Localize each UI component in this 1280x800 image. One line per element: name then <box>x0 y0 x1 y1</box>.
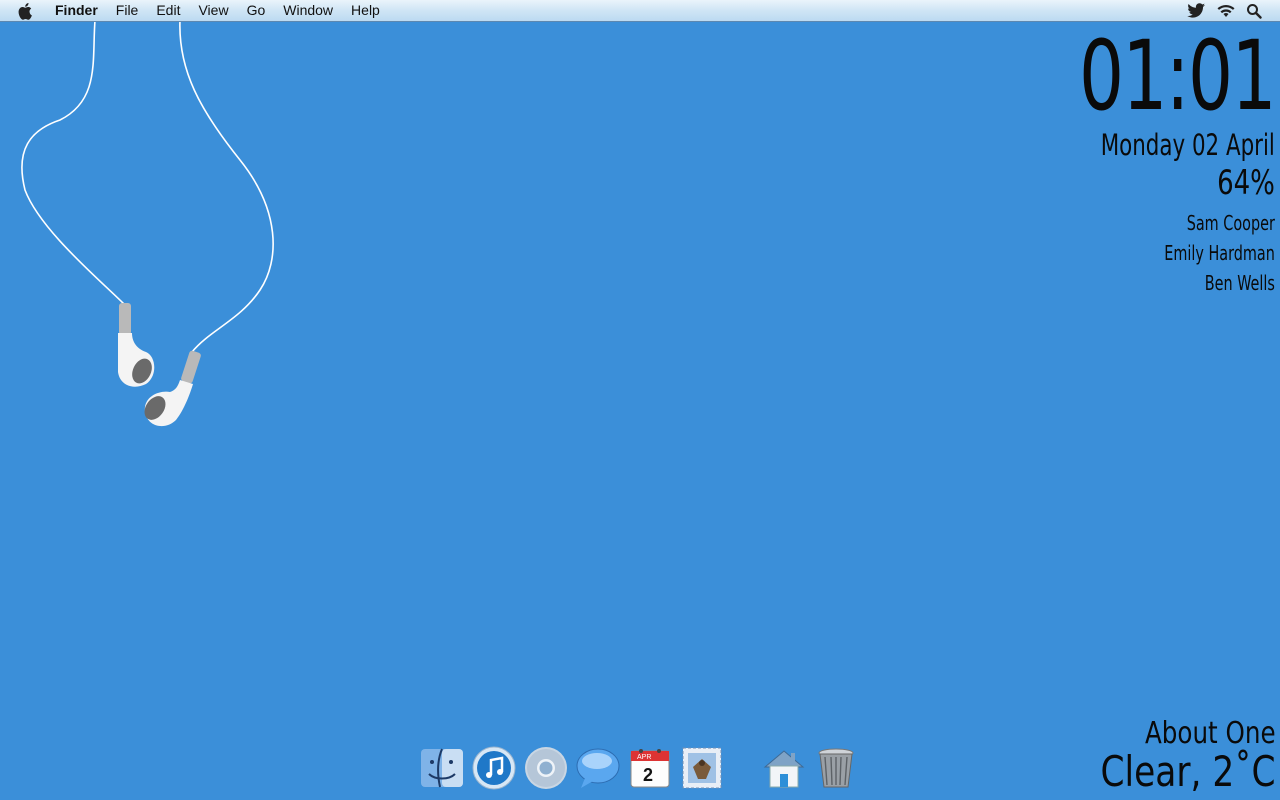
finder-icon[interactable] <box>418 744 466 792</box>
weather-condition: Clear, 2˚C <box>1100 747 1276 796</box>
ical-icon[interactable]: APR 2 <box>626 744 674 792</box>
battery-widget: 64% <box>1217 163 1275 203</box>
apple-menu-icon[interactable] <box>18 2 36 20</box>
contact-item: Emily Hardman <box>1164 241 1275 265</box>
menu-view[interactable]: View <box>189 0 237 21</box>
ical-month: APR <box>637 754 651 761</box>
wifi-icon[interactable] <box>1216 3 1236 19</box>
contacts-list: Sam Cooper Emily Hardman Ben Wells <box>1036 208 1275 298</box>
itunes-icon[interactable] <box>470 744 518 792</box>
spotlight-search-icon[interactable] <box>1246 3 1262 19</box>
menu-file[interactable]: File <box>107 0 148 21</box>
twitter-icon[interactable] <box>1186 2 1206 19</box>
desktop-widgets: 01:01 Monday 02 April 64% Sam Cooper Emi… <box>1036 20 1277 298</box>
dock: APR 2 <box>418 740 860 792</box>
menu-bar: Finder File Edit View Go Window Help <box>0 0 1280 22</box>
status-menu-area <box>1186 2 1262 19</box>
date-widget: Monday 02 April <box>1100 128 1275 162</box>
menu-go[interactable]: Go <box>238 0 275 21</box>
menu-help[interactable]: Help <box>342 0 389 21</box>
menu-edit[interactable]: Edit <box>147 0 189 21</box>
clock-widget: 01:01 <box>1079 20 1277 132</box>
ichat-icon[interactable] <box>574 744 622 792</box>
menu-app-name[interactable]: Finder <box>46 0 107 21</box>
fuzzy-time-text: About One <box>1145 716 1276 751</box>
contact-item: Sam Cooper <box>1186 211 1275 235</box>
menu-window[interactable]: Window <box>274 0 342 21</box>
contact-item: Ben Wells <box>1204 271 1275 295</box>
trash-icon[interactable] <box>812 744 860 792</box>
ical-day: 2 <box>643 765 653 785</box>
chrome-icon[interactable] <box>522 744 570 792</box>
home-folder-icon[interactable] <box>760 744 808 792</box>
mail-icon[interactable] <box>678 744 726 792</box>
weather-widget: About One Clear, 2˚C <box>1062 718 1276 794</box>
earphones-wallpaper <box>21 19 274 427</box>
